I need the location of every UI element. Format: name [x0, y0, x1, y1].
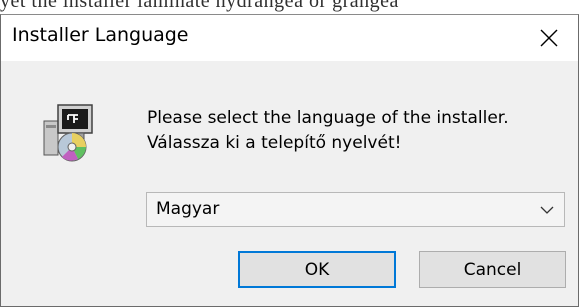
chevron-down-icon — [540, 206, 554, 214]
cancel-button[interactable]: Cancel — [419, 251, 566, 288]
close-button[interactable] — [520, 15, 578, 61]
background-window-strip: yet the installer laminate hydrangea or … — [0, 0, 581, 14]
installer-language-dialog: Installer Language Please select the lan… — [0, 14, 579, 307]
title-bar[interactable]: Installer Language — [1, 15, 578, 61]
close-icon — [540, 29, 558, 47]
window-title: Installer Language — [12, 24, 189, 46]
prompt-line-hungarian: Válassza ki a telepítő nyelvét! — [147, 133, 402, 153]
ok-button[interactable]: OK — [238, 251, 396, 288]
background-text: yet the installer laminate hydrangea or … — [0, 0, 399, 12]
installer-cd-icon — [43, 104, 93, 162]
dialog-content: Please select the language of the instal… — [1, 61, 578, 306]
prompt-line-english: Please select the language of the instal… — [147, 108, 509, 128]
language-prompt: Please select the language of the instal… — [147, 106, 509, 156]
language-select[interactable]: Magyar — [146, 192, 565, 227]
language-select-value: Magyar — [156, 199, 220, 219]
